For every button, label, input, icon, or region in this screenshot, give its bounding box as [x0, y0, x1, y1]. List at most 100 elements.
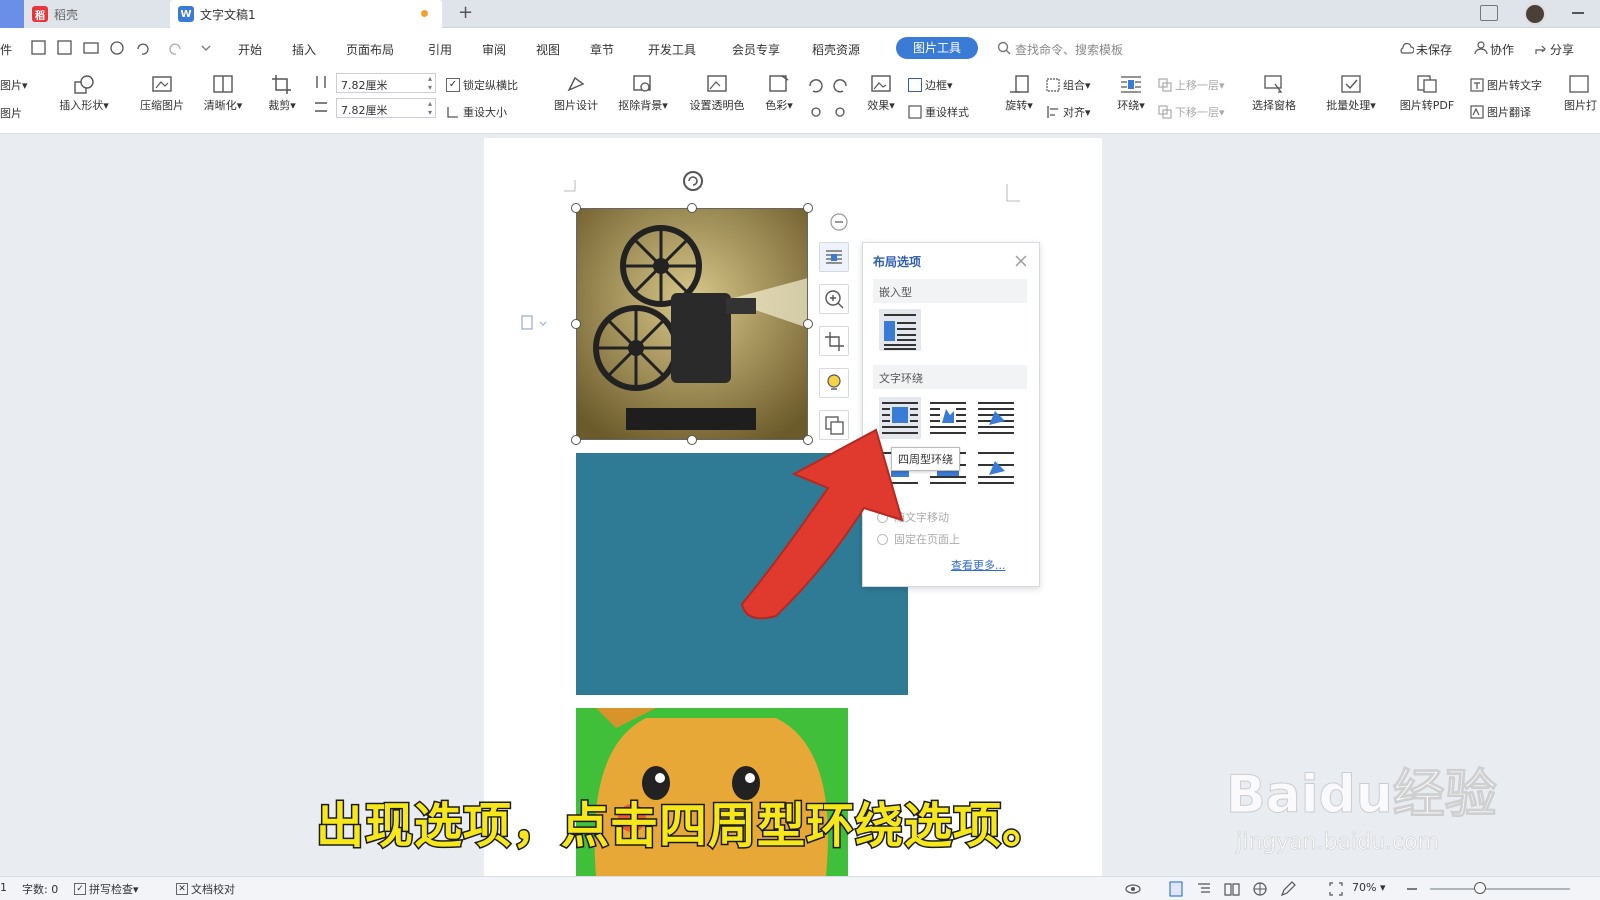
menu-sections[interactable]: 章节 — [590, 41, 614, 58]
crop-picture-button[interactable] — [819, 326, 849, 356]
change-picture-button-cut[interactable]: 图片 — [0, 105, 22, 121]
menu-picture-tools[interactable]: 图片工具 — [896, 37, 978, 59]
effects-button[interactable]: 效果▾ — [862, 74, 900, 113]
reset-style-button[interactable]: 重设样式 — [908, 104, 969, 120]
color-button[interactable]: 色彩▾ — [760, 74, 798, 113]
zoom-picture-button[interactable] — [819, 284, 849, 314]
unsaved-status[interactable]: 未保存 — [1416, 41, 1452, 58]
ribbon-label: 下移一层 — [1175, 106, 1219, 119]
picture-to-pdf-button[interactable]: 图片转PDF — [1392, 74, 1462, 113]
picture-to-text-button[interactable]: 图片转文字 — [1470, 77, 1542, 93]
selection-pane-button[interactable]: 选择窗格 — [1246, 74, 1302, 113]
compress-picture-button[interactable]: 压缩图片 — [134, 74, 190, 113]
spell-check-button[interactable]: ✓ 拼写检查 ▾ — [74, 881, 139, 897]
collaborate-button[interactable]: 协作 — [1490, 41, 1514, 58]
zoom-level[interactable]: 70% ▾ — [1352, 881, 1385, 894]
sharpen-button[interactable]: 清晰化▾ — [196, 74, 250, 113]
outline-view-icon[interactable] — [1196, 881, 1212, 897]
height-input[interactable]: 7.82厘米 ▴ ▾ — [336, 98, 436, 118]
zoom-slider-thumb[interactable] — [1474, 882, 1486, 894]
width-input[interactable]: 7.82厘米 ▴ ▾ — [336, 73, 436, 93]
reading-view-icon[interactable] — [1224, 881, 1240, 897]
rotate-button[interactable]: 旋转▾ — [1000, 74, 1038, 113]
tab-docer[interactable]: 稻 稻壳 — [24, 0, 168, 28]
in-front-of-text-option[interactable] — [975, 447, 1017, 489]
collapse-icon[interactable] — [829, 212, 849, 232]
window-layout-icon[interactable] — [1480, 5, 1498, 21]
remove-background-button[interactable]: 抠除背景▾ — [612, 74, 674, 113]
menu-insert[interactable]: 插入 — [292, 41, 316, 58]
eye-protection-icon[interactable] — [1124, 881, 1142, 897]
resize-handle[interactable] — [571, 435, 581, 445]
menu-file-cut[interactable]: 件 — [0, 41, 12, 58]
ribbon-label: 选择窗格 — [1252, 99, 1296, 112]
see-more-link[interactable]: 查看更多... — [951, 557, 1006, 573]
word-count[interactable]: 字数: 0 — [22, 881, 58, 897]
through-wrap-option[interactable] — [975, 397, 1017, 439]
border-icon — [908, 78, 922, 92]
inline-wrap-option[interactable] — [879, 309, 921, 351]
page-view-icon[interactable] — [1168, 881, 1184, 897]
menu-view[interactable]: 视图 — [536, 41, 560, 58]
set-transparent-color-button[interactable]: 设置透明色 — [682, 74, 752, 113]
ribbon-label: 图片打 — [1564, 99, 1597, 112]
design-icon — [567, 76, 585, 92]
resize-handle[interactable] — [687, 435, 697, 445]
picture-print-button-cut[interactable]: 图片打 — [1564, 74, 1600, 113]
spinner-icon[interactable]: ▴ ▾ — [428, 74, 432, 92]
spinner-icon[interactable]: ▴ ▾ — [428, 99, 432, 117]
resize-handle[interactable] — [803, 319, 813, 329]
tab-document[interactable]: W 文字文稿1 — [170, 0, 442, 28]
resize-handle[interactable] — [571, 319, 581, 329]
resize-handle[interactable] — [687, 203, 697, 213]
menu-home[interactable]: 开始 — [238, 41, 262, 58]
tight-wrap-option[interactable] — [927, 397, 969, 439]
brightness-contrast-group[interactable] — [806, 74, 852, 120]
save-icon — [31, 40, 46, 55]
insert-shape-button[interactable]: 插入形状▾ — [52, 74, 116, 113]
zoom-out-icon[interactable] — [1406, 885, 1418, 893]
resize-handle[interactable] — [571, 203, 581, 213]
bring-forward-button[interactable]: 上移一层 ▾ — [1158, 77, 1225, 93]
batch-process-button[interactable]: 批量处理▾ — [1318, 74, 1384, 113]
layout-options-button[interactable] — [819, 242, 849, 272]
new-tab-button[interactable]: + — [458, 2, 473, 23]
menu-member[interactable]: 会员专享 — [732, 41, 780, 58]
menu-page-layout[interactable]: 页面布局 — [346, 41, 394, 58]
picture-design-button[interactable]: 图片设计 — [548, 74, 604, 113]
send-backward-button[interactable]: 下移一层 ▾ — [1158, 104, 1225, 120]
doc-check-button[interactable]: ✕ 文档校对 — [176, 881, 235, 897]
fit-page-icon[interactable] — [1328, 881, 1344, 897]
share-button[interactable]: 分享 — [1550, 41, 1574, 58]
resize-handle[interactable] — [803, 203, 813, 213]
zoom-slider-track[interactable] — [1430, 888, 1570, 890]
page-number[interactable]: 1 — [0, 881, 7, 894]
search-icon — [997, 41, 1011, 55]
minimize-icon[interactable] — [1572, 12, 1584, 14]
menu-review[interactable]: 审阅 — [482, 41, 506, 58]
menu-docer-resources[interactable]: 稻壳资源 — [812, 41, 860, 58]
wrap-text-button[interactable]: 环绕▾ — [1112, 74, 1150, 113]
lock-ratio-checkbox[interactable]: ✓ 锁定纵横比 — [446, 77, 518, 93]
smart-suggest-button[interactable] — [819, 368, 849, 398]
pen-icon[interactable] — [1280, 881, 1296, 897]
paragraph-layout-icon[interactable] — [520, 314, 548, 332]
align-button[interactable]: 对齐 ▾ — [1046, 104, 1091, 120]
close-icon[interactable] — [1015, 255, 1027, 267]
avatar[interactable] — [1524, 3, 1546, 25]
command-search-input[interactable]: 查找命令、搜索模板 — [1015, 41, 1123, 58]
group-button[interactable]: 组合 ▾ — [1046, 77, 1091, 93]
picture-translate-button[interactable]: 图片翻译 — [1470, 104, 1531, 120]
menu-references[interactable]: 引用 — [428, 41, 452, 58]
crop-button[interactable]: 裁剪▾ — [262, 74, 302, 113]
rotate-handle-icon[interactable] — [682, 170, 704, 192]
web-view-icon[interactable] — [1252, 881, 1268, 897]
border-button[interactable]: 边框 ▾ — [908, 77, 953, 93]
reset-size-button[interactable]: 重设大小 — [446, 104, 507, 120]
app-menu-button[interactable] — [0, 0, 24, 28]
ribbon-label: 压缩图片 — [140, 99, 184, 112]
insert-picture-button-cut[interactable]: 图片 ▾ — [0, 77, 28, 93]
menu-developer[interactable]: 开发工具 — [648, 41, 696, 58]
height-icon — [315, 102, 327, 112]
pdf-icon — [1417, 75, 1437, 93]
